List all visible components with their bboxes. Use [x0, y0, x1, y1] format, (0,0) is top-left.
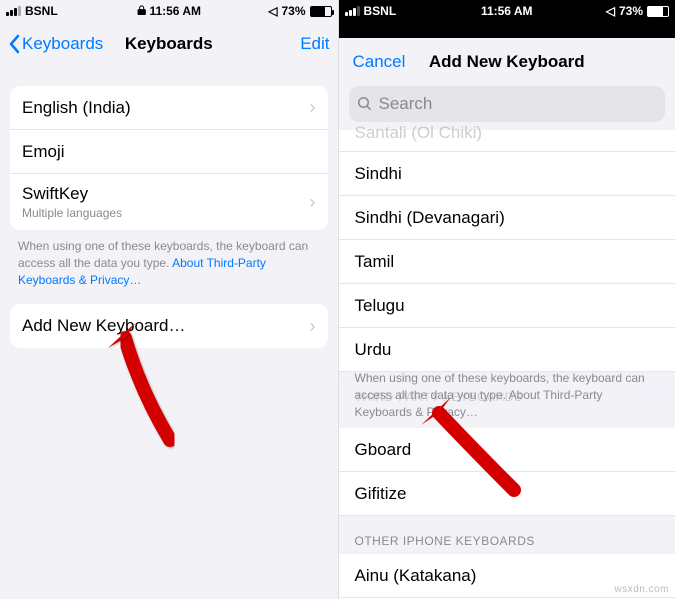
- row-label: Add New Keyboard…: [22, 316, 185, 336]
- row-label: Santali (Ol Chiki): [355, 123, 483, 143]
- modal-navbar: Cancel Add New Keyboard: [339, 38, 675, 86]
- keyboard-row-emoji[interactable]: Emoji: [10, 130, 328, 174]
- chevron-left-icon: [8, 34, 20, 54]
- signal-icon: [345, 6, 360, 16]
- navbar: Keyboards Keyboards Edit: [0, 22, 338, 66]
- list-item[interactable]: Urdu: [339, 328, 675, 372]
- clock-label: 11:56 AM: [481, 4, 533, 18]
- list-item-gifitize[interactable]: Gifitize: [339, 472, 675, 516]
- lock-icon: [136, 4, 146, 18]
- clock-label: 11:56 AM: [149, 4, 201, 18]
- back-label: Keyboards: [22, 34, 103, 54]
- carrier-label: BSNL: [25, 4, 58, 18]
- row-label: Gifitize: [355, 484, 407, 504]
- row-label: Urdu: [355, 340, 392, 360]
- add-keyboard-sheet: Cancel Add New Keyboard Search Santali (…: [339, 38, 675, 599]
- search-placeholder: Search: [379, 94, 433, 114]
- signal-icon: [6, 6, 21, 16]
- row-label: Gboard: [355, 440, 412, 460]
- keyboard-row-swiftkey[interactable]: SwiftKey Multiple languages ›: [10, 174, 328, 230]
- row-label: Sindhi (Devanagari): [355, 208, 505, 228]
- list-item[interactable]: Sindhi (Devanagari): [339, 196, 675, 240]
- battery-percent: 73%: [619, 4, 643, 18]
- left-screenshot: BSNL 11:56 AM ◁ 73% Keyboards Keyboards …: [0, 0, 338, 599]
- edit-button[interactable]: Edit: [300, 34, 329, 54]
- watermark: wsxdn.com: [614, 584, 669, 595]
- battery-percent: 73%: [281, 4, 305, 18]
- row-label: Ainu (Katakana): [355, 566, 477, 586]
- back-button[interactable]: Keyboards: [8, 34, 103, 54]
- row-label: SwiftKey: [22, 184, 122, 204]
- location-icon: ◁: [268, 4, 277, 18]
- battery-icon: [310, 6, 332, 17]
- right-screenshot: BSNL 11:56 AM ◁ 73% Cancel Add New Keybo…: [338, 0, 675, 599]
- status-bar: BSNL 11:56 AM ◁ 73%: [339, 0, 675, 22]
- third-party-list: Gboard Gifitize: [339, 428, 675, 516]
- overlay-privacy-note: When using one of these keyboards, the k…: [339, 370, 675, 420]
- chevron-right-icon: ›: [310, 316, 316, 337]
- list-item[interactable]: Sindhi: [339, 152, 675, 196]
- list-item[interactable]: Tamil: [339, 240, 675, 284]
- keyboard-row-english[interactable]: English (India) ›: [10, 86, 328, 130]
- row-label: English (India): [22, 98, 131, 118]
- language-list: Santali (Ol Chiki) Sindhi Sindhi (Devana…: [339, 130, 675, 372]
- search-input[interactable]: Search: [349, 86, 666, 122]
- battery-icon: [647, 6, 669, 17]
- modal-title: Add New Keyboard: [429, 52, 585, 72]
- list-item[interactable]: Santali (Ol Chiki): [339, 130, 675, 152]
- row-label: Emoji: [22, 142, 65, 162]
- row-sublabel: Multiple languages: [22, 206, 122, 220]
- privacy-footer: When using one of these keyboards, the k…: [0, 230, 338, 288]
- row-label: Telugu: [355, 296, 405, 316]
- search-icon: [357, 96, 373, 112]
- carrier-label: BSNL: [364, 4, 397, 18]
- chevron-right-icon: ›: [310, 97, 316, 118]
- list-item[interactable]: Telugu: [339, 284, 675, 328]
- list-item-gboard[interactable]: Gboard: [339, 428, 675, 472]
- add-new-keyboard-button[interactable]: Add New Keyboard… ›: [10, 304, 328, 348]
- chevron-right-icon: ›: [310, 192, 316, 213]
- keyboards-list: English (India) › Emoji SwiftKey Multipl…: [10, 86, 328, 230]
- row-label: Tamil: [355, 252, 395, 272]
- cancel-button[interactable]: Cancel: [353, 52, 406, 72]
- add-keyboard-section: Add New Keyboard… ›: [10, 304, 328, 348]
- page-title: Keyboards: [125, 34, 213, 54]
- other-keyboards-header: OTHER IPHONE KEYBOARDS: [339, 516, 675, 554]
- status-bar: BSNL 11:56 AM ◁ 73%: [0, 0, 338, 22]
- location-icon: ◁: [606, 4, 615, 18]
- row-label: Sindhi: [355, 164, 402, 184]
